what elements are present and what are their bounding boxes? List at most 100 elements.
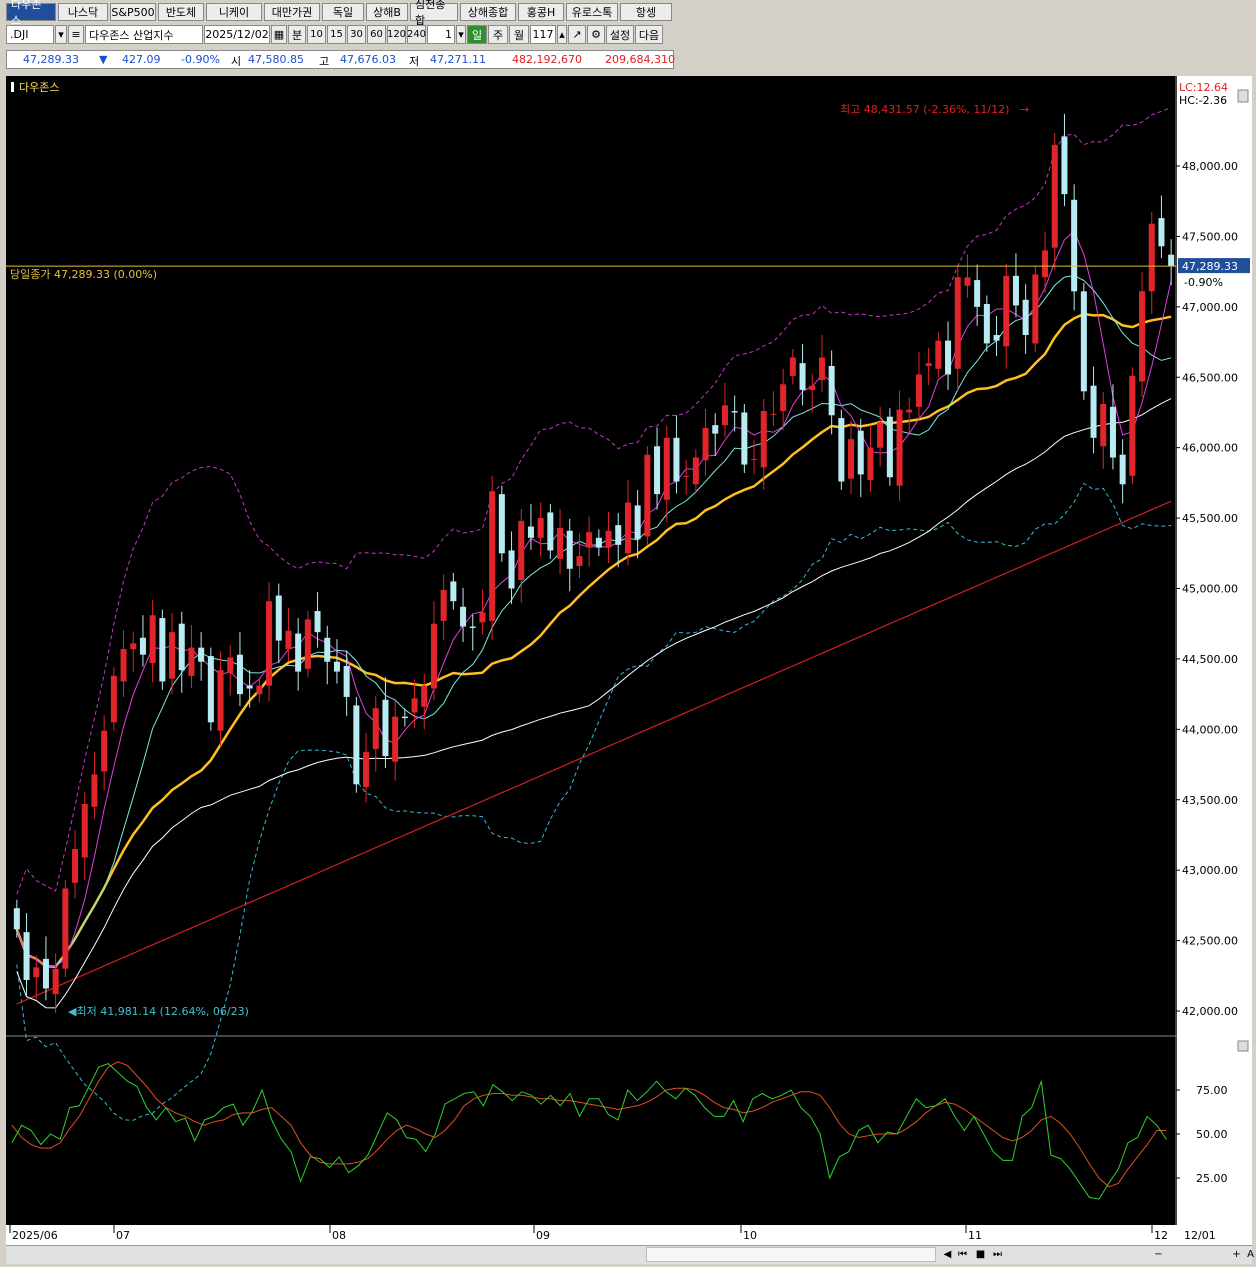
symbol-search-icon[interactable]: ≡ [68,25,84,44]
quote-high: 47,676.03 [340,53,396,66]
scroll-control-5[interactable]: + [1230,1247,1243,1262]
candle-body [624,502,631,554]
candle-body [721,405,728,426]
candle-body [527,526,534,538]
interval-60-button[interactable]: 60 [367,25,386,44]
candle-body [906,409,913,413]
period-day-button[interactable]: 일 [467,25,487,44]
down-arrow-icon: ▼ [99,53,108,66]
date-input[interactable]: 2025/12/02 [204,25,270,44]
scroll-control-3[interactable]: ⏭ [991,1247,1004,1262]
candle-body [586,532,593,548]
candle-body [188,647,195,676]
period-month-button[interactable]: 월 [509,25,529,44]
settings-button[interactable]: 설정 [606,25,634,44]
calendar-icon[interactable]: ▦ [271,25,287,44]
stoch-d-line [11,1061,1167,1188]
count-one-input[interactable]: 1 [427,25,455,44]
gear-icon[interactable]: ⚙ [587,25,605,44]
chart-type-icon[interactable]: ↗ [568,25,586,44]
stoch-k-line [11,1063,1167,1200]
tab-6[interactable]: 독일 [322,3,364,21]
xtick-label: 2025/06 [12,1229,58,1242]
candle-body [1139,291,1146,382]
ma20-line [15,312,1172,969]
quote-amount: 209,684,310 [605,53,675,66]
stoch-tick-label: 50.00 [1196,1128,1228,1141]
ytick-label: 42,000.00 [1182,1005,1238,1018]
candle-body [333,661,340,672]
candle-body [169,632,176,679]
tab-12[interactable]: 항셍 [620,3,672,21]
candle-body [673,437,680,482]
high-label: 고 [319,55,330,68]
candle-body [702,427,709,461]
tab-8[interactable]: 심천종합 [410,0,458,27]
ytick-label: 42,500.00 [1182,935,1238,948]
candle-body [760,411,767,468]
interval-30-button[interactable]: 30 [347,25,366,44]
scroll-bar[interactable]: ◀ ⏮ ■ ⏭ − + A [6,1245,1254,1264]
quote-price: 47,289.33 [23,53,79,66]
candle-body [460,606,467,627]
ytick-label: 45,000.00 [1182,583,1238,596]
candle-body [925,363,932,366]
count-stepper-icon[interactable]: ▴ [557,25,567,44]
minute-button[interactable]: 분 [288,25,306,44]
ytick-label: 46,500.00 [1182,371,1238,384]
stoch-tick-label: 75.00 [1196,1084,1228,1097]
tab-3[interactable]: 반도체 [158,3,204,21]
symbol-name: 다우존스 산업지수 [85,25,203,44]
interval-buttons: 10 15 30 60 120 240 [307,25,427,44]
candle-body [469,626,476,628]
tab-5[interactable]: 대만가권 [264,3,320,21]
candle-body [110,675,117,723]
count-spinner-icon[interactable]: ▾ [456,25,466,44]
candle-body [974,280,981,307]
scroll-control-1[interactable]: ⏮ [956,1247,969,1262]
xtick-end-label: 12/01 [1184,1229,1216,1242]
candle-body [557,527,564,559]
symbol-dropdown-icon[interactable]: ▾ [55,25,67,44]
tab-0[interactable]: 다우존스 [6,0,56,27]
count-input[interactable]: 117 [530,25,556,44]
candle-body [1003,275,1010,347]
xtick-label: 10 [743,1229,757,1242]
symbol-input[interactable]: .DJI [6,25,54,44]
tab-4[interactable]: 니케이 [206,3,262,21]
interval-120-button[interactable]: 120 [387,25,406,44]
tab-10[interactable]: 홍콩H [518,3,564,21]
tab-2[interactable]: S&P500 [110,3,156,21]
open-label: 시 [231,55,242,68]
scroll-thumb[interactable] [646,1247,936,1262]
scroll-control-4[interactable]: − [1152,1247,1165,1262]
tab-7[interactable]: 상해B [366,3,408,21]
period-week-button[interactable]: 주 [488,25,508,44]
ma120-line [16,500,1172,1005]
hc-label: HC:-2.36 [1179,94,1227,107]
chart-area[interactable]: 48,000.00 47,500.00 47,000.00 46,500.00 46,0… [6,76,1252,1246]
ytick-label: 47,000.00 [1182,301,1238,314]
scroll-control-2[interactable]: ■ [974,1247,987,1262]
candle-body [780,384,787,412]
candle-body [983,304,990,344]
tab-1[interactable]: 나스닥 [58,3,108,21]
candle-body [295,633,302,672]
interval-15-button[interactable]: 15 [327,25,346,44]
chart-svg[interactable]: 48,000.00 47,500.00 47,000.00 46,500.00 46,0… [6,76,1252,1246]
interval-240-button[interactable]: 240 [407,25,426,44]
candle-body [81,803,88,858]
scroll-control-0[interactable]: ◀ [941,1247,954,1262]
candle-body [430,623,437,689]
ytick-label: 43,500.00 [1182,794,1238,807]
tab-11[interactable]: 유로스톡 [566,3,618,21]
low-annotation: ◀최저 41,981.14 (12.64%, 06/23) [68,1005,249,1018]
candle-body [1119,454,1126,485]
tab-9[interactable]: 상해종합 [460,3,516,21]
candle-body [1129,375,1136,476]
xtick-label: 08 [332,1229,346,1242]
scroll-control-6[interactable]: A [1244,1247,1256,1262]
interval-10-button[interactable]: 10 [307,25,326,44]
candle-body [1071,199,1078,292]
next-button[interactable]: 다음 [635,25,663,44]
